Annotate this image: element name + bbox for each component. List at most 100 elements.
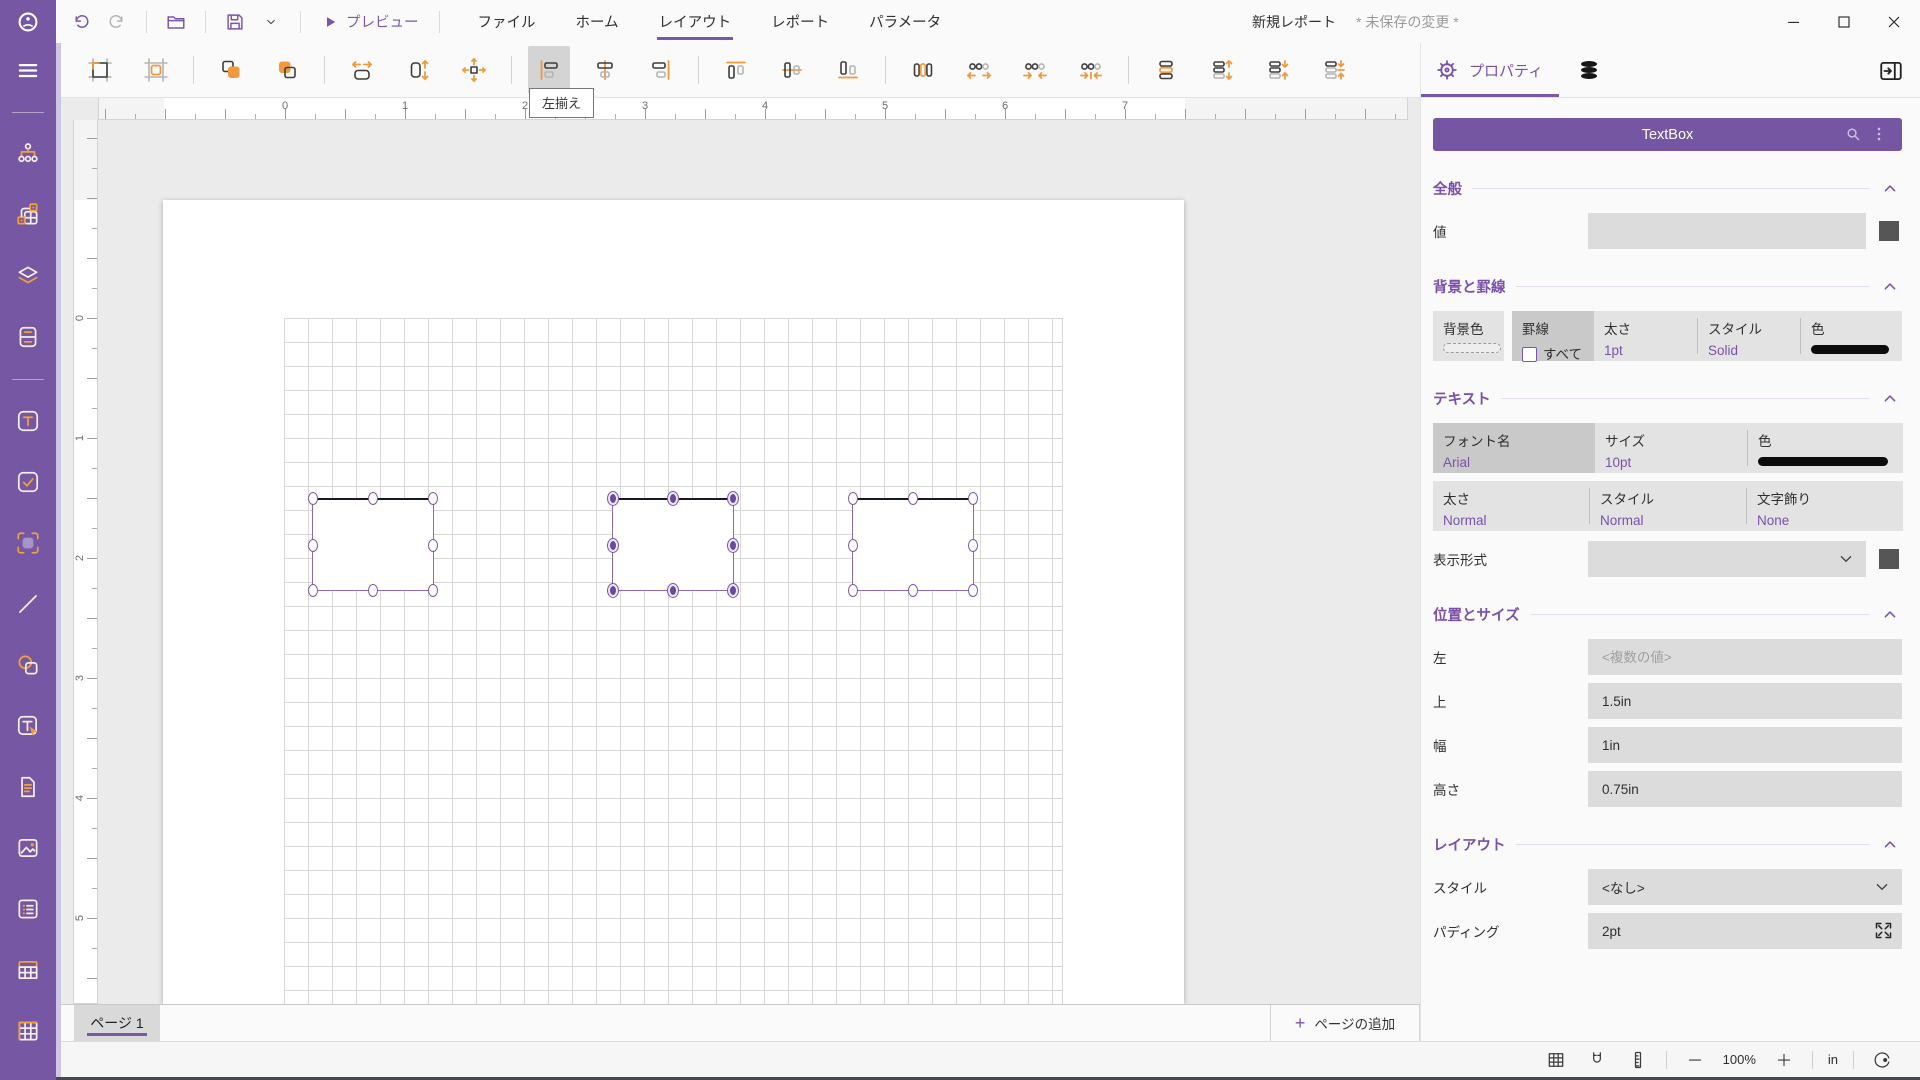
maximize-icon[interactable]: [1824, 4, 1864, 40]
resize-handle[interactable]: [968, 492, 978, 505]
text-decoration-cell[interactable]: 文字飾り None: [1747, 481, 1903, 531]
selected-element-bar[interactable]: TextBox: [1433, 118, 1902, 151]
layers-icon[interactable]: [8, 257, 48, 295]
align-middle-button[interactable]: [771, 46, 813, 94]
snap-to-guides-button[interactable]: [135, 46, 177, 94]
resize-handle[interactable]: [728, 492, 738, 505]
border-all-checkbox[interactable]: [1522, 347, 1537, 362]
save-menu-chevron-icon[interactable]: [256, 7, 286, 37]
report-page[interactable]: [163, 200, 1184, 1004]
minimize-icon[interactable]: [1774, 4, 1814, 40]
chevron-up-icon[interactable]: [1880, 277, 1900, 297]
align-right-button[interactable]: [640, 46, 682, 94]
undo-icon[interactable]: [66, 7, 96, 37]
hamburger-menu-icon[interactable]: [8, 51, 48, 89]
preview-button[interactable]: プレビュー: [315, 11, 425, 32]
font-weight-cell[interactable]: 太さ Normal: [1433, 481, 1589, 531]
value-input[interactable]: [1588, 213, 1866, 249]
textbox-element-1[interactable]: [312, 498, 434, 591]
resize-handle[interactable]: [608, 539, 618, 552]
align-bottom-button[interactable]: [827, 46, 869, 94]
snap-to-grid-button[interactable]: [79, 46, 121, 94]
resize-handle[interactable]: [848, 492, 858, 505]
resize-handle[interactable]: [308, 584, 318, 597]
menu-layout[interactable]: レイアウト: [659, 0, 732, 43]
table-tool-icon[interactable]: [8, 951, 48, 989]
collapse-panel-icon[interactable]: [1878, 58, 1904, 84]
chevron-up-icon[interactable]: [1880, 389, 1900, 409]
resize-handle[interactable]: [908, 584, 918, 597]
size-to-grid-height-button[interactable]: [397, 46, 439, 94]
zoom-level[interactable]: 100%: [1723, 1052, 1756, 1067]
shape-tool-icon[interactable]: [8, 646, 48, 684]
resize-handle[interactable]: [728, 539, 738, 552]
padding-field[interactable]: 2pt: [1588, 913, 1902, 949]
distribute-horizontally-button[interactable]: [902, 46, 944, 94]
resize-handle[interactable]: [608, 492, 618, 505]
border-cell[interactable]: 罫線 すべて: [1512, 311, 1594, 361]
resize-handle[interactable]: [668, 584, 678, 597]
expression-button[interactable]: [1879, 549, 1899, 569]
resize-handle[interactable]: [608, 584, 618, 597]
richtext-tool-icon[interactable]: [8, 707, 48, 745]
menu-parameters[interactable]: パラメータ: [869, 0, 941, 43]
unit-selector[interactable]: in: [1828, 1052, 1838, 1067]
resize-handle[interactable]: [368, 492, 378, 505]
resize-handle[interactable]: [308, 539, 318, 552]
decrease-horizontal-spacing-button[interactable]: [1014, 46, 1056, 94]
textbox-element-2[interactable]: [612, 498, 734, 591]
resize-handle[interactable]: [728, 584, 738, 597]
chevron-up-icon[interactable]: [1880, 605, 1900, 625]
kebab-menu-icon[interactable]: [1868, 123, 1890, 145]
chart-tool-icon[interactable]: [8, 1073, 48, 1080]
resize-handle[interactable]: [848, 539, 858, 552]
font-name-cell[interactable]: フォント名 Arial: [1433, 423, 1595, 473]
theme-palette-icon[interactable]: [1869, 1047, 1895, 1073]
resize-handle[interactable]: [968, 539, 978, 552]
resize-handle[interactable]: [428, 539, 438, 552]
font-size-cell[interactable]: サイズ 10pt: [1595, 423, 1747, 473]
font-color-cell[interactable]: 色: [1748, 423, 1903, 473]
font-style-cell[interactable]: スタイル Normal: [1590, 481, 1746, 531]
format-dropdown[interactable]: [1588, 541, 1866, 577]
chevron-up-icon[interactable]: [1880, 179, 1900, 199]
image-tool-icon[interactable]: [8, 829, 48, 867]
group-editor-icon[interactable]: [8, 196, 48, 234]
subreport-tool-icon[interactable]: [8, 768, 48, 806]
send-to-back-button[interactable]: [266, 46, 308, 94]
resize-handle[interactable]: [428, 492, 438, 505]
snap-magnet-icon[interactable]: [1584, 1047, 1610, 1073]
width-input[interactable]: [1588, 727, 1902, 763]
border-width-cell[interactable]: 太さ 1pt: [1594, 311, 1697, 361]
align-top-button[interactable]: [715, 46, 757, 94]
textbox-tool-icon[interactable]: [8, 402, 48, 440]
close-icon[interactable]: [1874, 4, 1914, 40]
background-color-swatch[interactable]: [1443, 343, 1501, 353]
remove-horizontal-spacing-button[interactable]: [1070, 46, 1112, 94]
resize-handle[interactable]: [908, 492, 918, 505]
page-tab-1[interactable]: ページ 1: [74, 1005, 160, 1041]
expression-button[interactable]: [1879, 221, 1899, 241]
remove-vertical-spacing-button[interactable]: [1313, 46, 1355, 94]
center-in-container-button[interactable]: [453, 46, 495, 94]
resize-handle[interactable]: [848, 584, 858, 597]
resize-handle[interactable]: [368, 584, 378, 597]
menu-report[interactable]: レポート: [771, 0, 829, 43]
increase-horizontal-spacing-button[interactable]: [958, 46, 1000, 94]
menu-home[interactable]: ホーム: [576, 0, 619, 43]
zoom-in-icon[interactable]: [1771, 1047, 1797, 1073]
ruler-toggle-icon[interactable]: [1625, 1047, 1651, 1073]
expand-icon[interactable]: [1873, 920, 1894, 941]
bring-to-front-button[interactable]: [210, 46, 252, 94]
decrease-vertical-spacing-button[interactable]: [1257, 46, 1299, 94]
resize-handle[interactable]: [308, 492, 318, 505]
increase-vertical-spacing-button[interactable]: [1201, 46, 1243, 94]
size-to-grid-width-button[interactable]: [341, 46, 383, 94]
region-select-tool-icon[interactable]: [8, 524, 48, 562]
horizontal-ruler[interactable]: 0 1 2 3 4 5 6 7: [98, 98, 1408, 120]
border-color-cell[interactable]: 色: [1801, 311, 1902, 361]
open-file-icon[interactable]: [161, 7, 191, 37]
chevron-up-icon[interactable]: [1880, 835, 1900, 855]
tab-data-sources[interactable]: [1577, 58, 1601, 82]
menu-file[interactable]: ファイル: [478, 0, 536, 43]
